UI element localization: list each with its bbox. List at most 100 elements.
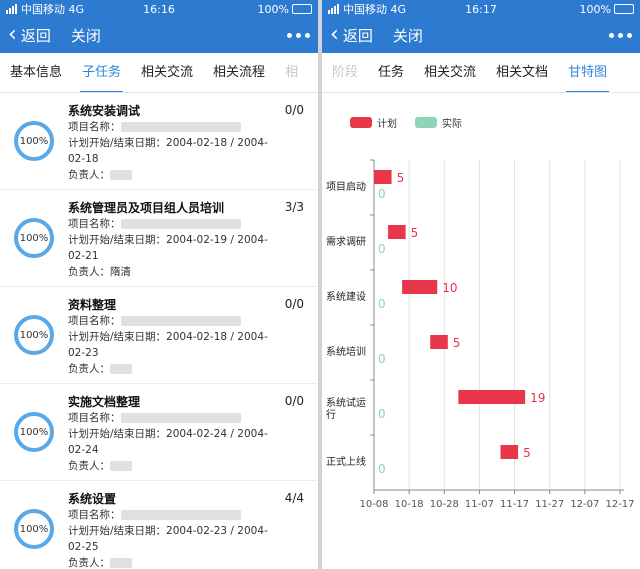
task-card[interactable]: 100% 资料整理 0/0 项目名称： 计划开始/结束日期：2004-02-18 / 2… <box>0 287 318 384</box>
plan-bar <box>402 280 438 294</box>
legend-plan[interactable]: 计划 <box>350 115 397 130</box>
more-icon[interactable] <box>287 33 310 38</box>
x-tick-label: 12-07 <box>570 499 599 510</box>
tab-communication[interactable]: 相关交流 <box>414 53 486 92</box>
progress-text: 100% <box>19 329 49 341</box>
category-label: 需求调研 <box>326 236 366 248</box>
tab-related-process[interactable]: 相关流程 <box>203 53 275 92</box>
close-button[interactable]: 关闭 <box>393 25 423 46</box>
signal-icon <box>328 4 339 14</box>
project-name-row: 项目名称： <box>68 313 306 329</box>
nav-bar: ‹ 返回 关闭 <box>0 18 318 53</box>
back-label: 返回 <box>342 27 373 45</box>
battery-percent: 100% <box>579 2 611 16</box>
progress-ring: 100% <box>14 121 54 161</box>
network-type: 4G <box>390 2 407 16</box>
owner-row: 负责人： <box>68 555 306 569</box>
plan-value-label: 5 <box>523 446 531 460</box>
actual-value-label: 0 <box>378 352 386 366</box>
owner-label: 负责人： <box>68 460 110 472</box>
gantt-screen: 中国移动 4G 16:17 100% ⚡ ‹ 返回 关闭 阶段 任务 相关交流 相… <box>322 0 640 569</box>
tab-subtasks[interactable]: 子任务 <box>72 53 131 92</box>
tab-tasks[interactable]: 任务 <box>368 53 414 92</box>
dates-value: 2004-02-18 / 2004- <box>166 137 268 149</box>
actual-value-label: 0 <box>378 187 386 201</box>
task-count: 0/0 <box>284 394 304 408</box>
x-tick-label: 10-08 <box>359 499 388 510</box>
back-button[interactable]: ‹ 返回 <box>330 21 373 47</box>
progress-text: 100% <box>19 426 49 438</box>
battery-icon: ⚡ <box>292 4 312 14</box>
task-card[interactable]: 100% 系统安装调试 0/0 项目名称： 计划开始/结束日期：2004-02-18 /… <box>0 93 318 190</box>
task-card[interactable]: 100% 系统管理员及项目组人员培训 3/3 项目名称： 计划开始/结束日期：2004-… <box>0 190 318 287</box>
project-name-label: 项目名称： <box>68 315 121 327</box>
progress-ring: 100% <box>14 412 54 452</box>
tab-communication[interactable]: 相关交流 <box>131 53 203 92</box>
category-label: 行 <box>326 408 336 421</box>
chart-legend: 计划 实际 <box>322 93 640 130</box>
dates-value: 2004-02-19 / 2004- <box>166 234 268 246</box>
plan-value-label: 10 <box>442 281 457 295</box>
tab-gantt[interactable]: 甘特图 <box>558 53 617 92</box>
more-icon[interactable] <box>609 33 632 38</box>
x-tick-label: 10-28 <box>430 499 459 510</box>
task-list: 100% 系统安装调试 0/0 项目名称： 计划开始/结束日期：2004-02-18 /… <box>0 93 318 569</box>
x-tick-label: 11-17 <box>500 499 529 510</box>
category-label: 正式上线 <box>326 455 366 468</box>
dates-value-cont: 02-25 <box>68 541 99 553</box>
progress-ring: 100% <box>14 315 54 355</box>
redacted-project-name <box>120 510 241 520</box>
dates-row-cont: 02-21 <box>68 248 306 264</box>
dates-row: 计划开始/结束日期：2004-02-19 / 2004- <box>68 232 306 248</box>
chevron-left-icon: ‹ <box>330 21 339 47</box>
status-bar: 中国移动 4G 16:17 100% ⚡ <box>322 0 640 18</box>
progress-ring: 100% <box>14 218 54 258</box>
plan-value-label: 19 <box>530 391 545 405</box>
redacted-owner <box>110 461 132 471</box>
dates-value: 2004-02-18 / 2004- <box>166 331 268 343</box>
actual-value-label: 0 <box>378 242 386 256</box>
task-card[interactable]: 100% 实施文档整理 0/0 项目名称： 计划开始/结束日期：2004-02-24 /… <box>0 384 318 481</box>
owner-row: 负责人： <box>68 458 306 474</box>
status-bar: 中国移动 4G 16:16 100% ⚡ <box>0 0 318 18</box>
task-count: 4/4 <box>284 491 304 505</box>
nav-bar: ‹ 返回 关闭 <box>322 18 640 53</box>
progress-text: 100% <box>19 135 49 147</box>
owner-label: 负责人： <box>68 557 110 569</box>
back-button[interactable]: ‹ 返回 <box>8 21 51 47</box>
task-title: 系统设置 <box>68 492 117 506</box>
dates-label: 计划开始/结束日期： <box>68 331 167 343</box>
tab-related-docs[interactable]: 相关文档 <box>486 53 558 92</box>
project-name-row: 项目名称： <box>68 507 306 523</box>
legend-actual-swatch <box>415 117 437 128</box>
project-name-label: 项目名称： <box>68 412 121 424</box>
signal-icon <box>6 4 17 14</box>
network-type: 4G <box>68 2 85 16</box>
redacted-project-name <box>120 219 241 229</box>
redacted-owner <box>110 558 132 568</box>
dates-label: 计划开始/结束日期： <box>68 234 167 246</box>
x-tick-label: 10-18 <box>395 499 424 510</box>
legend-plan-swatch <box>350 117 372 128</box>
plan-value-label: 5 <box>453 336 461 350</box>
chevron-left-icon: ‹ <box>8 21 17 47</box>
plan-bar <box>458 390 526 404</box>
dates-value-cont: 02-18 <box>68 153 99 165</box>
battery-icon: ⚡ <box>614 4 634 14</box>
tab-partial[interactable]: 相 <box>275 53 308 92</box>
tab-basic-info[interactable]: 基本信息 <box>0 53 72 92</box>
dates-value-cont: 02-23 <box>68 347 99 359</box>
dates-value-cont: 02-24 <box>68 444 99 456</box>
close-button[interactable]: 关闭 <box>71 25 101 46</box>
redacted-project-name <box>120 316 241 326</box>
task-title: 系统安装调试 <box>68 104 141 118</box>
dates-value-cont: 02-21 <box>68 250 99 262</box>
legend-actual[interactable]: 实际 <box>415 115 462 130</box>
category-label: 系统培训 <box>326 345 366 358</box>
category-label: 项目启动 <box>326 180 366 193</box>
task-title: 实施文档整理 <box>68 395 141 409</box>
tab-stage[interactable]: 阶段 <box>322 53 368 92</box>
task-card[interactable]: 100% 系统设置 4/4 项目名称： 计划开始/结束日期：2004-02-23 / 2… <box>0 481 318 569</box>
x-tick-label: 12-17 <box>605 499 634 510</box>
plan-bar <box>430 335 448 349</box>
